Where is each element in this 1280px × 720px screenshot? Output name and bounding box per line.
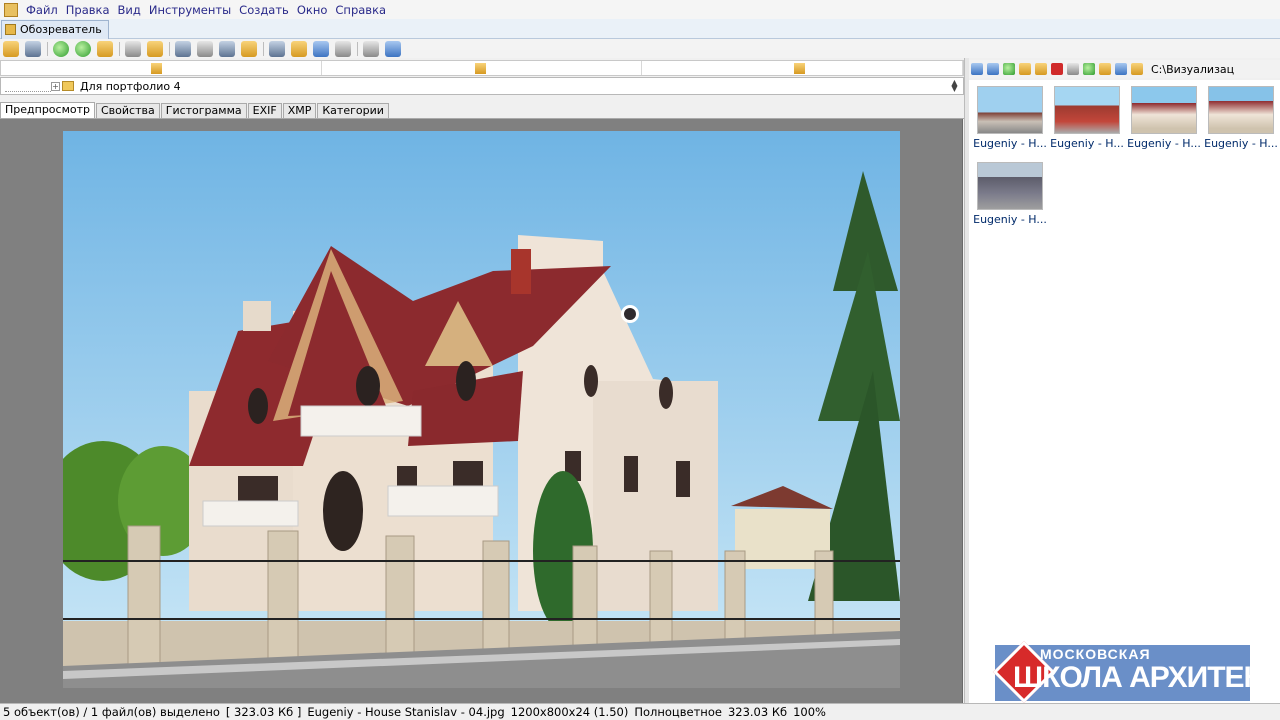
thumbnail-caption: Eugeniy - H... (973, 213, 1047, 226)
window-icon[interactable] (269, 40, 285, 57)
nav-up-icon[interactable] (1003, 63, 1015, 75)
move-icon[interactable] (147, 40, 163, 57)
expand-icon[interactable]: + (51, 81, 60, 91)
forward-icon[interactable] (75, 40, 91, 57)
thumbnail-item[interactable]: Eugeniy - H... (973, 158, 1047, 226)
status-file-size: 323.03 Кб (727, 705, 788, 719)
browser-path-label: C:\Визуализац (1151, 62, 1235, 76)
house-rendering (63, 131, 900, 688)
thumbnail-caption: Eugeniy - H... (1204, 137, 1278, 150)
open-folder-icon[interactable] (3, 40, 19, 57)
logo-line-2: ШКОЛА АРХИТЕКТУРЫ (1013, 661, 1280, 694)
thumbnail-caption: Eugeniy - H... (973, 137, 1047, 150)
thumbnail-item[interactable]: Eugeniy - H... (973, 82, 1047, 150)
star-icon (474, 63, 486, 74)
tab-properties[interactable]: Свойства (96, 103, 160, 118)
toolbar-divider (263, 41, 264, 56)
toolbar-divider (357, 41, 358, 56)
thumbnail-item[interactable]: Eugeniy - H... (1127, 82, 1201, 150)
sort-icon[interactable] (1083, 63, 1095, 75)
folder-tree-row[interactable]: + Для портфолио 4 ▲ ▼ (0, 77, 964, 95)
menu-tools[interactable]: Инструменты (145, 3, 235, 17)
spin-arrows-icon[interactable]: ▲ ▼ (950, 79, 959, 93)
tab-histogram[interactable]: Гистограмма (160, 103, 247, 118)
thumbnail-image (1131, 86, 1197, 134)
status-bar: 5 объект(ов) / 1 файл(ов) выделено [ 323… (0, 703, 1280, 720)
fullscreen-icon[interactable] (25, 40, 41, 57)
thumbnail-grid: Eugeniy - H... Eugeniy - H... Eugeniy - … (969, 80, 1280, 703)
thumbnail-image (977, 86, 1043, 134)
header-folders[interactable] (1, 61, 322, 75)
thumbnail-image (1054, 86, 1120, 134)
menu-edit[interactable]: Правка (62, 3, 114, 17)
convert-icon[interactable] (291, 40, 307, 57)
menu-view[interactable]: Вид (114, 3, 145, 17)
main-toolbar (0, 39, 1280, 58)
status-dimensions: 1200x800x24 (1.50) (510, 705, 629, 719)
slideshow-icon[interactable] (241, 40, 257, 57)
thumbnail-item[interactable]: Eugeniy - H... (1204, 82, 1278, 150)
thumbnail-image (977, 162, 1043, 210)
back-icon[interactable] (53, 40, 69, 57)
scanner-icon[interactable] (219, 40, 235, 57)
new-folder-icon[interactable] (1019, 63, 1031, 75)
thumbnail-caption: Eugeniy - H... (1050, 137, 1124, 150)
favorites-star-icon[interactable] (1131, 63, 1143, 75)
print-icon[interactable] (197, 40, 213, 57)
status-selection: 5 объект(ов) / 1 файл(ов) выделено (3, 705, 220, 719)
tab-xmp[interactable]: XMP (282, 103, 317, 118)
folders-icon (151, 63, 162, 74)
header-favorites[interactable] (322, 61, 643, 75)
header-catalogue[interactable] (642, 61, 964, 75)
logo-line-1: МОСКОВСКАЯ (1040, 646, 1151, 662)
info-tabs: Предпросмотр Свойства Гистограмма EXIF X… (0, 102, 964, 119)
menu-bar: Файл Правка Вид Инструменты Создать Окно… (0, 0, 1280, 19)
filter-icon[interactable] (1099, 63, 1111, 75)
browser-toolbar: C:\Визуализац (969, 60, 1280, 78)
catalogue-icon (794, 63, 806, 74)
copy-icon[interactable] (125, 40, 141, 57)
view-mode-icon[interactable] (1067, 63, 1079, 75)
search-binoculars-icon[interactable] (175, 40, 191, 57)
folder-icon (62, 81, 74, 91)
delete-icon[interactable] (1051, 63, 1063, 75)
thumbnail-image (1208, 86, 1274, 134)
menu-create[interactable]: Создать (235, 3, 293, 17)
toolbar-divider (169, 41, 170, 56)
grid-icon[interactable] (335, 40, 351, 57)
toolbar-divider (119, 41, 120, 56)
tab-exif[interactable]: EXIF (247, 103, 282, 118)
favorites-folder-icon[interactable] (97, 40, 113, 57)
preview-image (63, 131, 900, 688)
tab-browser[interactable]: Обозреватель (1, 20, 109, 39)
info-icon[interactable] (385, 40, 401, 57)
status-selected-size: [ 323.03 Кб ] (225, 705, 302, 719)
rename-icon[interactable] (1035, 63, 1047, 75)
menu-window[interactable]: Окно (293, 3, 332, 17)
nav-back-icon[interactable] (971, 63, 983, 75)
panel-header-row (0, 60, 964, 76)
menu-file[interactable]: Файл (22, 3, 62, 17)
tab-preview[interactable]: Предпросмотр (0, 102, 95, 118)
tab-categories[interactable]: Категории (317, 103, 389, 118)
nav-forward-icon[interactable] (987, 63, 999, 75)
thumbnail-item[interactable]: Eugeniy - H... (1050, 82, 1124, 150)
folder-name: Для портфолио 4 (80, 79, 181, 93)
tree-lines (5, 80, 51, 92)
web-icon[interactable] (313, 40, 329, 57)
school-logo: МОСКОВСКАЯ ШКОЛА АРХИТЕКТУРЫ (992, 640, 1280, 704)
thumbnail-caption: Eugeniy - H... (1127, 137, 1201, 150)
document-tabs: Обозреватель (0, 19, 1280, 39)
toolbar-divider (47, 41, 48, 56)
browser-icon (5, 24, 16, 35)
status-zoom: 100% (793, 705, 826, 719)
status-color-mode: Полноцветное (634, 705, 722, 719)
app-icon (4, 2, 18, 17)
menu-help[interactable]: Справка (331, 3, 390, 17)
gear-icon[interactable] (363, 40, 379, 57)
tab-browser-label: Обозреватель (20, 23, 102, 36)
status-filename: Eugeniy - House Stanislav - 04.jpg (307, 705, 505, 719)
refresh-icon[interactable] (1115, 63, 1127, 75)
